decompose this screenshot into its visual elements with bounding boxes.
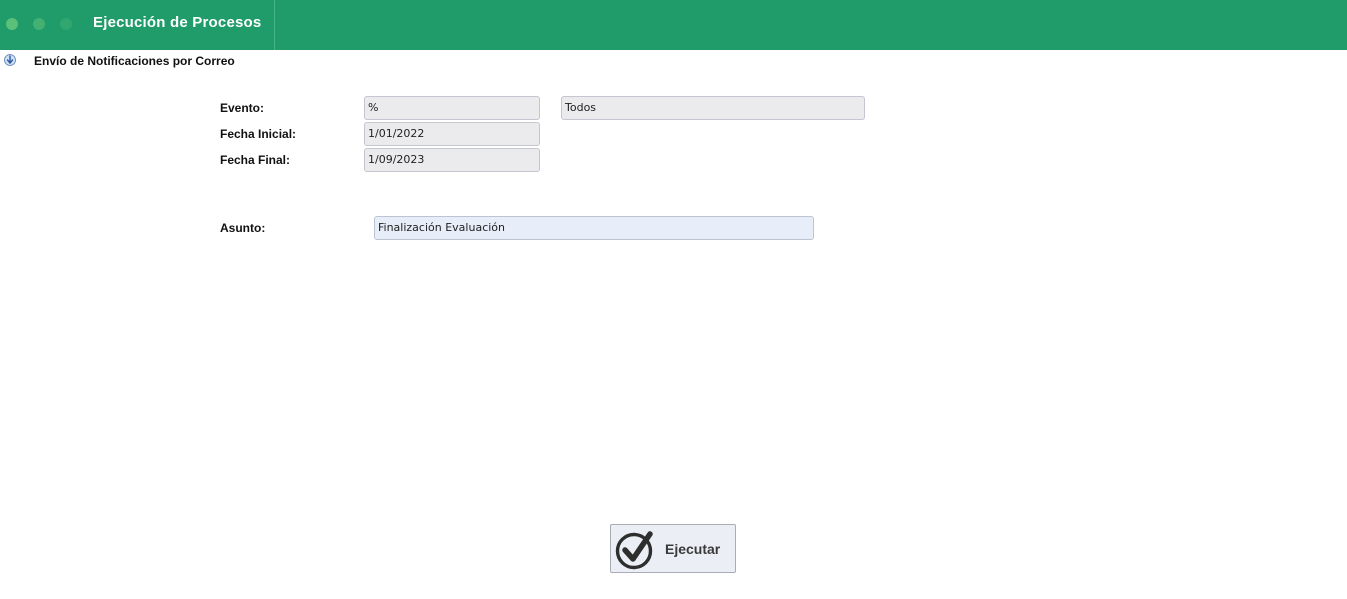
asunto-label: Asunto: xyxy=(220,221,266,235)
window-dot-icon xyxy=(60,18,72,30)
down-arrow-info-icon xyxy=(4,54,16,66)
evento-code-field[interactable]: % xyxy=(364,96,540,120)
checkmark-circle-icon xyxy=(615,531,653,570)
execute-button[interactable]: Ejecutar xyxy=(610,524,736,573)
fecha-final-label: Fecha Final: xyxy=(220,153,291,167)
app-header: Ejecución de Procesos xyxy=(0,0,1347,50)
fecha-inicial-label: Fecha Inicial: xyxy=(220,127,297,141)
fecha-inicial-field[interactable]: 1/01/2022 xyxy=(364,122,540,146)
evento-description-field[interactable]: Todos xyxy=(561,96,865,120)
asunto-field[interactable]: Finalización Evaluación xyxy=(374,216,814,240)
page-title: Ejecución de Procesos xyxy=(93,14,262,31)
fecha-final-field[interactable]: 1/09/2023 xyxy=(364,148,540,172)
header-divider xyxy=(274,0,275,50)
evento-label: Evento: xyxy=(220,101,265,115)
window-dot-icon xyxy=(33,18,45,30)
window-dot-icon xyxy=(6,18,18,30)
section-title: Envío de Notificaciones por Correo xyxy=(34,54,235,68)
execute-button-label: Ejecutar xyxy=(665,541,721,557)
